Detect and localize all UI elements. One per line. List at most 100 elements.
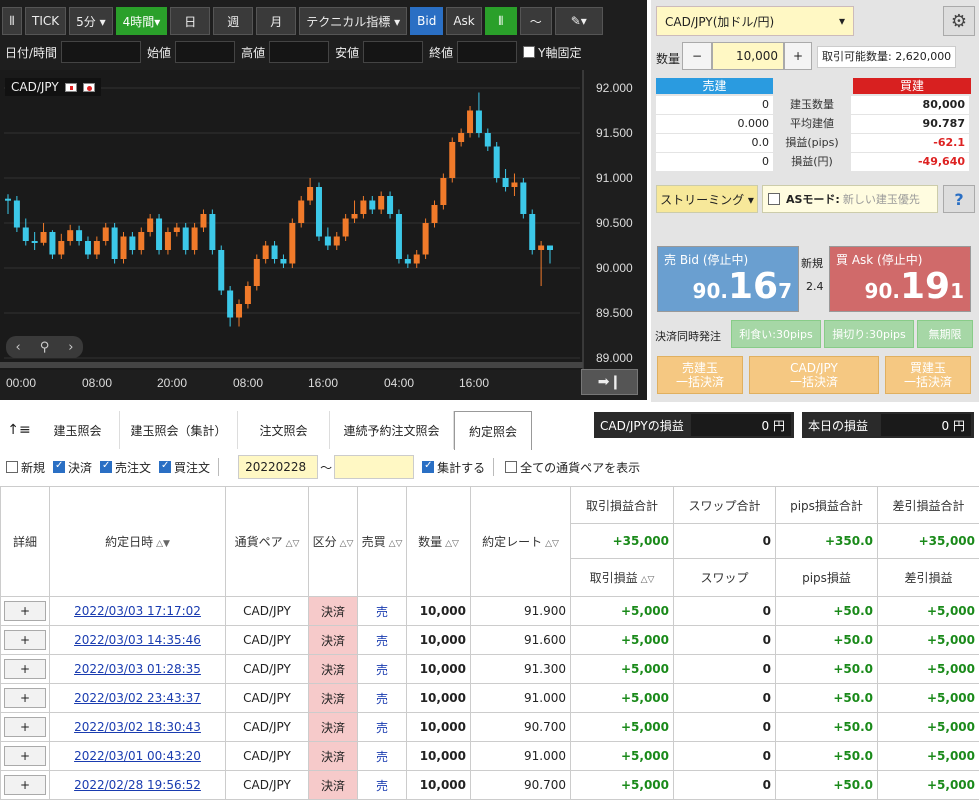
date-from-input[interactable]: 20220228 bbox=[238, 455, 319, 479]
candle-body bbox=[431, 205, 438, 223]
sort-icon[interactable]: △▽ bbox=[545, 539, 559, 549]
line-chart-icon[interactable]: 〜 bbox=[519, 7, 552, 35]
day-button[interactable]: 日 bbox=[170, 7, 211, 35]
side-cell: 売 bbox=[357, 625, 407, 655]
col-net: 差引損益 bbox=[877, 558, 979, 597]
filter-buy-checkbox[interactable] bbox=[159, 460, 172, 473]
bulk-settle-pair-button[interactable]: CAD/JPY 一括決済 bbox=[749, 356, 879, 394]
bid-button[interactable]: Bid bbox=[410, 7, 444, 35]
side-cell: 売 bbox=[357, 770, 407, 800]
scroll-left-icon[interactable]: ‹ bbox=[16, 340, 21, 355]
chart-type-icon[interactable]: ⫴ bbox=[2, 7, 22, 35]
candle-icon[interactable]: ⫴ bbox=[484, 7, 517, 35]
filter-sell[interactable]: 売注文 bbox=[100, 459, 151, 476]
col-kubun[interactable]: 区分 △▽ bbox=[308, 486, 358, 597]
col-pair[interactable]: 通貨ペア △▽ bbox=[225, 486, 309, 597]
rate-cell: 91.000 bbox=[470, 741, 571, 771]
col-qty[interactable]: 数量 △▽ bbox=[406, 486, 471, 597]
filter-sell-checkbox[interactable] bbox=[100, 460, 113, 473]
execution-date-link[interactable]: 2022/03/03 01:28:35 bbox=[49, 654, 226, 684]
yaxis-fix-checkbox[interactable] bbox=[523, 46, 536, 58]
sum-net: +35,000 bbox=[877, 523, 979, 559]
candle-body bbox=[280, 259, 287, 264]
filter-settle-checkbox[interactable] bbox=[53, 460, 66, 473]
period-5min-select[interactable]: 5分 ▾ bbox=[69, 7, 113, 35]
sort-icon[interactable]: △▽ bbox=[389, 539, 403, 549]
rate-cell: 90.700 bbox=[470, 712, 571, 742]
buy-ask-button[interactable]: 買 Ask (停止中) 90.191 bbox=[829, 246, 971, 312]
sort-icon[interactable]: △▽ bbox=[286, 539, 300, 549]
settle-label: 決済同時発注 bbox=[655, 330, 721, 343]
as-mode-checkbox[interactable] bbox=[768, 193, 780, 205]
all-pairs-checkbox[interactable] bbox=[505, 461, 518, 473]
high-label: 高値 bbox=[241, 45, 266, 60]
table-row: +2022/03/03 01:28:35 CAD/JPY 決済売 10,000 91.3… bbox=[0, 654, 979, 684]
date-to-input[interactable] bbox=[334, 455, 415, 479]
sort-icon[interactable]: ↑≡ bbox=[2, 411, 36, 449]
bulk-settle-sell-button[interactable]: 売建玉 一括決済 bbox=[657, 356, 743, 394]
draw-tool-icon[interactable]: ✎▾ bbox=[554, 7, 603, 35]
take-profit-chip[interactable]: 利食い:30pips bbox=[731, 320, 821, 348]
filter-new[interactable]: 新規 bbox=[6, 459, 45, 476]
col-trade-pl[interactable]: 取引損益 △▽ bbox=[570, 558, 674, 597]
tab-positions-summary[interactable]: 建玉照会（集計） bbox=[120, 411, 238, 449]
sort-icon[interactable]: △▽ bbox=[641, 575, 655, 585]
bulk-settle-buy-button[interactable]: 買建玉 一括決済 bbox=[885, 356, 971, 394]
streaming-select[interactable]: ストリーミング ▾ bbox=[656, 185, 758, 213]
sell-bid-button[interactable]: 売 Bid (停止中) 90.167 bbox=[657, 246, 799, 312]
technical-indicator-select[interactable]: テクニカル指標 ▾ bbox=[299, 7, 408, 35]
filter-new-checkbox[interactable] bbox=[6, 461, 18, 473]
ask-button[interactable]: Ask bbox=[446, 7, 482, 35]
sort-icon[interactable]: △▽ bbox=[340, 539, 354, 549]
expand-button[interactable]: + bbox=[4, 746, 46, 766]
expand-button[interactable]: + bbox=[4, 775, 46, 795]
candle-body bbox=[102, 227, 109, 241]
filter-buy[interactable]: 買注文 bbox=[159, 459, 210, 476]
tab-continuous-orders[interactable]: 連続予約注文照会 bbox=[330, 411, 454, 449]
execution-date-link[interactable]: 2022/03/03 14:35:46 bbox=[49, 625, 226, 655]
candle-body bbox=[173, 227, 180, 232]
expand-button[interactable]: + bbox=[4, 659, 46, 679]
execution-date-link[interactable]: 2022/03/03 17:17:02 bbox=[49, 596, 226, 626]
open-value bbox=[175, 41, 236, 63]
gear-icon[interactable]: ⚙ bbox=[943, 6, 975, 36]
expand-button[interactable]: + bbox=[4, 630, 46, 650]
month-button[interactable]: 月 bbox=[256, 7, 297, 35]
period-4h-select[interactable]: 4時間▾ bbox=[115, 7, 168, 35]
col-date[interactable]: 約定日時 △▼ bbox=[49, 486, 226, 597]
sort-icon[interactable]: △▼ bbox=[156, 539, 170, 549]
expand-button[interactable]: + bbox=[4, 688, 46, 708]
qty-minus-button[interactable]: − bbox=[682, 42, 712, 70]
filter-settle[interactable]: 決済 bbox=[53, 459, 92, 476]
col-rate[interactable]: 約定レート △▽ bbox=[470, 486, 571, 597]
scroll-to-end-button[interactable]: ➡❙ bbox=[581, 369, 638, 395]
filter-all-pairs[interactable]: 全ての通貨ペアを表示 bbox=[505, 459, 640, 476]
zoom-icon[interactable]: ⚲ bbox=[40, 340, 50, 355]
tick-button[interactable]: TICK bbox=[25, 7, 67, 35]
stop-loss-chip[interactable]: 損切り:30pips bbox=[824, 320, 914, 348]
col-side[interactable]: 売買 △▽ bbox=[357, 486, 407, 597]
tab-positions[interactable]: 建玉照会 bbox=[36, 411, 120, 449]
execution-date-link[interactable]: 2022/03/02 23:43:37 bbox=[49, 683, 226, 713]
filter-aggregate[interactable]: 集計する bbox=[422, 459, 485, 476]
expiry-chip[interactable]: 無期限 bbox=[917, 320, 973, 348]
expand-button[interactable]: + bbox=[4, 717, 46, 737]
sort-icon[interactable]: △▽ bbox=[445, 539, 459, 549]
scroll-right-icon[interactable]: › bbox=[68, 340, 73, 355]
expand-button[interactable]: + bbox=[4, 601, 46, 621]
aggregate-checkbox[interactable] bbox=[422, 460, 435, 473]
tab-executions[interactable]: 約定照会 bbox=[454, 411, 532, 450]
rate-cell: 91.900 bbox=[470, 596, 571, 626]
qty-input[interactable]: 10,000 bbox=[712, 42, 784, 70]
today-pl-box: 本日の損益 0 円 bbox=[802, 412, 974, 438]
tab-orders[interactable]: 注文照会 bbox=[238, 411, 330, 449]
execution-date-link[interactable]: 2022/03/01 00:43:20 bbox=[49, 741, 226, 771]
table-row: +2022/03/02 18:30:43 CAD/JPY 決済売 10,000 90.7… bbox=[0, 712, 979, 742]
symbol-select[interactable]: CAD/JPY(加ドル/円) ▾ bbox=[656, 6, 854, 36]
week-button[interactable]: 週 bbox=[213, 7, 254, 35]
help-button[interactable]: ? bbox=[943, 185, 975, 213]
execution-date-link[interactable]: 2022/02/28 19:56:52 bbox=[49, 770, 226, 800]
as-mode[interactable]: ASモード: 新しい建玉優先 bbox=[762, 185, 938, 213]
qty-plus-button[interactable]: + bbox=[784, 42, 812, 70]
execution-date-link[interactable]: 2022/03/02 18:30:43 bbox=[49, 712, 226, 742]
